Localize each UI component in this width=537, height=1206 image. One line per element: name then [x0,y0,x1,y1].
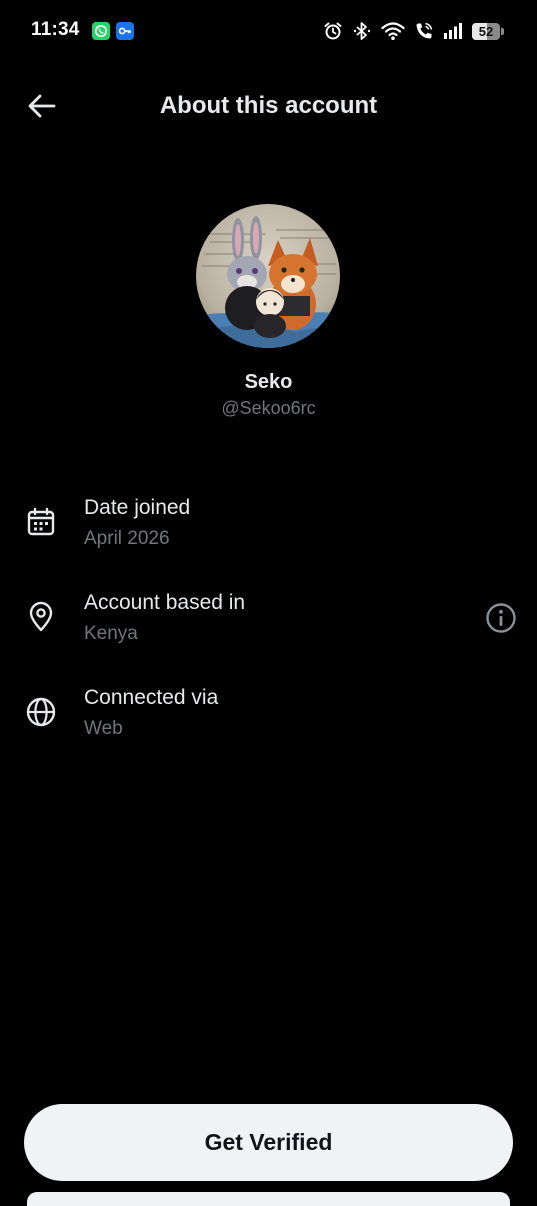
info-value: Web [84,718,123,739]
calendar-icon [24,505,58,539]
info-value: Kenya [84,623,138,644]
alarm-icon [323,21,343,41]
whatsapp-icon [92,22,110,40]
info-icon[interactable] [484,601,518,635]
battery-level: 52 [478,23,494,39]
status-time: 11:34 [31,19,80,40]
handle: @Sekoo6rc [221,398,316,418]
get-verified-button[interactable]: Get Verified [24,1104,513,1181]
globe-icon [24,695,58,729]
info-row-date-joined: Date joined April 2026 [0,488,537,568]
battery-indicator: 52 [472,22,504,40]
signal-icon [443,21,463,41]
info-row-connected-via: Connected via Web [0,678,537,758]
status-bar: 11:34 52 [0,0,537,62]
display-name: Seko [244,371,293,393]
info-label: Connected via [84,686,219,709]
info-row-account-based-in: Account based in Kenya [0,583,537,663]
avatar[interactable] [196,204,340,348]
wifi-icon [381,21,405,41]
status-icons: 52 [323,20,504,42]
info-value: April 2026 [84,528,170,549]
info-label: Date joined [84,496,191,519]
page-title: About this account [159,92,378,119]
info-label: Account based in [84,591,246,614]
wifi-calling-icon [414,21,434,41]
location-pin-icon [24,600,58,634]
bottom-sheet-edge [27,1192,510,1206]
bluetooth-icon [352,21,372,41]
key-icon [116,22,134,40]
